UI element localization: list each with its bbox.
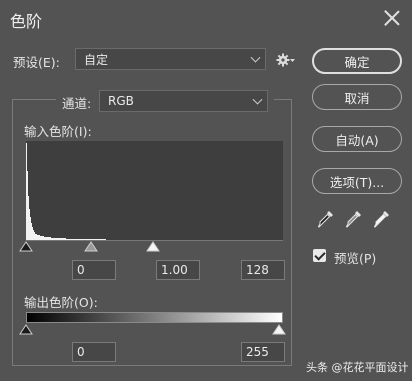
input-midtone-slider[interactable] — [84, 241, 98, 252]
gray-eyedropper-icon[interactable] — [346, 210, 362, 228]
histogram — [26, 141, 283, 240]
output-highlight-slider[interactable] — [272, 324, 286, 335]
channel-value: RGB — [108, 94, 134, 108]
preset-label: 预设(E): — [13, 55, 60, 70]
output-gradient — [26, 312, 283, 323]
watermark: 头条 @花花平面设计 — [306, 361, 409, 374]
auto-button[interactable]: 自动(A) — [312, 126, 402, 152]
input-shadow-field[interactable]: 0 — [72, 260, 116, 280]
preview-checkbox[interactable] — [313, 249, 326, 262]
black-eyedropper-icon[interactable] — [318, 210, 334, 228]
channel-select[interactable]: RGB — [99, 90, 268, 112]
input-slider-track — [19, 241, 160, 252]
gear-icon[interactable] — [276, 52, 296, 68]
input-levels-label: 输入色阶(I): — [24, 124, 92, 139]
preset-select[interactable]: 自定 — [75, 48, 266, 70]
output-shadow-field[interactable]: 0 — [72, 342, 116, 362]
ok-button[interactable]: 确定 — [312, 48, 402, 74]
close-icon[interactable] — [380, 6, 404, 30]
channel-label: 通道: — [62, 96, 92, 111]
preset-value: 自定 — [84, 52, 109, 67]
options-button[interactable]: 选项(T)... — [312, 168, 402, 194]
preview-label: 预览(P) — [334, 251, 377, 266]
title-bar — [0, 0, 412, 38]
output-highlight-field[interactable]: 255 — [241, 342, 285, 362]
output-slider-track — [19, 324, 286, 335]
dialog-title: 色阶 — [10, 12, 43, 31]
white-eyedropper-icon[interactable] — [374, 210, 390, 228]
input-highlight-slider[interactable] — [146, 241, 160, 252]
input-highlight-field[interactable]: 128 — [241, 260, 285, 280]
cancel-button[interactable]: 取消 — [312, 84, 402, 110]
output-levels-label: 输出色阶(O): — [24, 295, 98, 310]
chevron-down-icon — [250, 52, 261, 63]
output-shadow-slider[interactable] — [19, 324, 33, 335]
input-midtone-field[interactable]: 1.00 — [156, 260, 200, 280]
input-shadow-slider[interactable] — [19, 241, 33, 252]
chevron-down-icon — [252, 94, 263, 105]
